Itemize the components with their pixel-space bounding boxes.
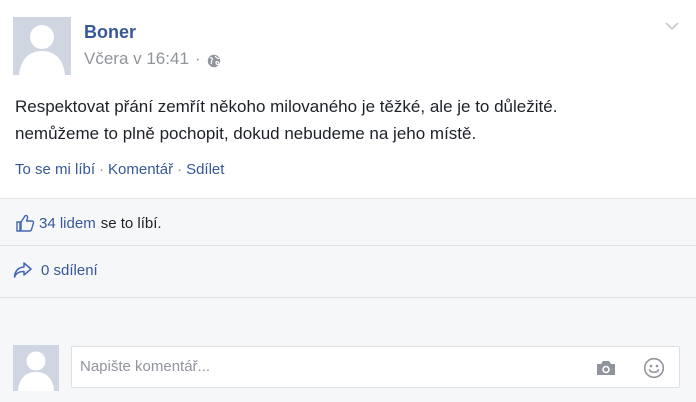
post-timestamp[interactable]: Včera v 16:41: [84, 49, 189, 69]
author-name[interactable]: Boner: [84, 22, 136, 43]
author-avatar[interactable]: [13, 17, 71, 75]
post-actions: To se mi líbí · Komentář · Sdílet: [15, 161, 224, 178]
meta-separator: ·: [194, 49, 201, 68]
likes-count-link[interactable]: 34 lidem: [39, 215, 96, 232]
comment-placeholder: Napište komentář...: [80, 358, 211, 375]
chevron-down-icon[interactable]: [664, 18, 680, 34]
comment-input[interactable]: Napište komentář...: [71, 346, 680, 388]
default-avatar-icon: [13, 345, 59, 391]
smiley-icon[interactable]: [643, 357, 665, 379]
share-arrow-icon: [13, 262, 32, 278]
like-link[interactable]: To se mi líbí: [15, 161, 95, 178]
thumbs-up-icon: [16, 214, 35, 232]
divider: [0, 245, 696, 246]
shares-summary[interactable]: 0 sdílení: [13, 261, 98, 279]
shares-count[interactable]: 0 sdílení: [41, 262, 98, 279]
feedback-area: 34 lidem se to líbí. 0 sdílení Napište k…: [0, 198, 696, 402]
comment-link[interactable]: Komentář: [108, 161, 173, 178]
camera-icon[interactable]: [595, 359, 617, 377]
post-text-line-2: nemůžeme to plně pochopit, dokud nebudem…: [15, 124, 477, 143]
post-text: Respektovat přání zemřít někoho milované…: [15, 93, 685, 147]
action-separator: ·: [177, 161, 183, 178]
post-card: Boner Včera v 16:41 · Respektovat přání …: [0, 0, 696, 402]
post-text-line-1: Respektovat přání zemřít někoho milované…: [15, 97, 558, 116]
viewer-avatar: [13, 345, 59, 391]
action-separator: ·: [99, 161, 105, 178]
globe-icon[interactable]: [207, 54, 221, 68]
share-link[interactable]: Sdílet: [186, 161, 224, 178]
divider: [0, 297, 696, 298]
likes-suffix: se to líbí.: [100, 214, 162, 232]
default-avatar-icon: [13, 17, 71, 75]
likes-summary: 34 lidem se to líbí.: [15, 213, 162, 233]
post-meta: Včera v 16:41 ·: [84, 49, 221, 69]
